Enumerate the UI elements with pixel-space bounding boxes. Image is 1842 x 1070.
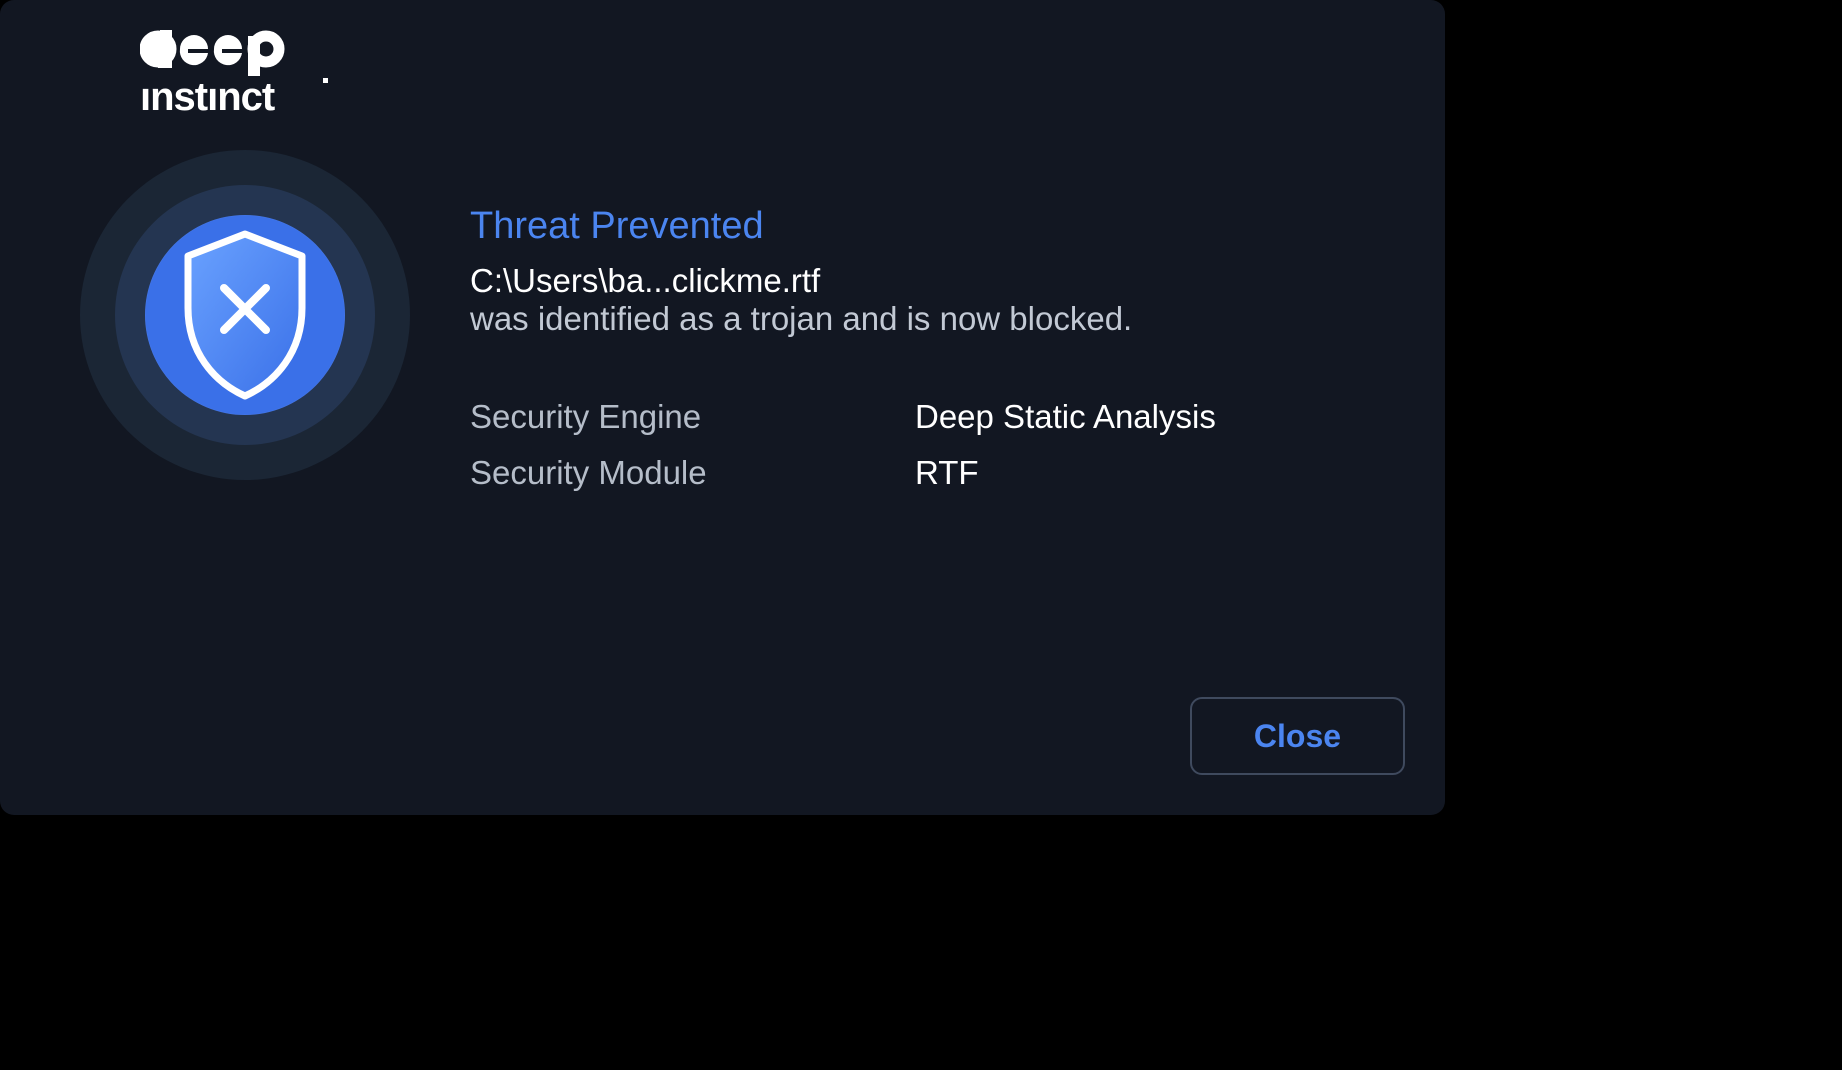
security-module-label: Security Module — [470, 454, 915, 492]
threat-prevented-dialog: ınstınct Threat Prevented C:\User — [0, 0, 1445, 815]
shield-x-icon — [180, 230, 310, 400]
close-button-label: Close — [1254, 718, 1341, 755]
svg-text:ınstınct: ınstınct — [140, 75, 275, 118]
deep-instinct-logo-icon: ınstınct — [140, 30, 335, 118]
dialog-content: Threat Prevented C:\Users\ba...clickme.r… — [80, 150, 1405, 492]
brand-logo: ınstınct — [140, 30, 335, 123]
alert-text-column: Threat Prevented C:\Users\ba...clickme.r… — [470, 150, 1216, 492]
security-module-value: RTF — [915, 454, 1216, 492]
security-engine-value: Deep Static Analysis — [915, 398, 1216, 436]
alert-title: Threat Prevented — [470, 205, 1216, 248]
close-button[interactable]: Close — [1190, 697, 1405, 775]
alert-details-grid: Security Engine Deep Static Analysis Sec… — [470, 398, 1216, 492]
shield-badge — [80, 150, 410, 480]
alert-file-path: C:\Users\ba...clickme.rtf — [470, 262, 1216, 300]
alert-description: was identified as a trojan and is now bl… — [470, 300, 1216, 338]
security-engine-label: Security Engine — [470, 398, 915, 436]
